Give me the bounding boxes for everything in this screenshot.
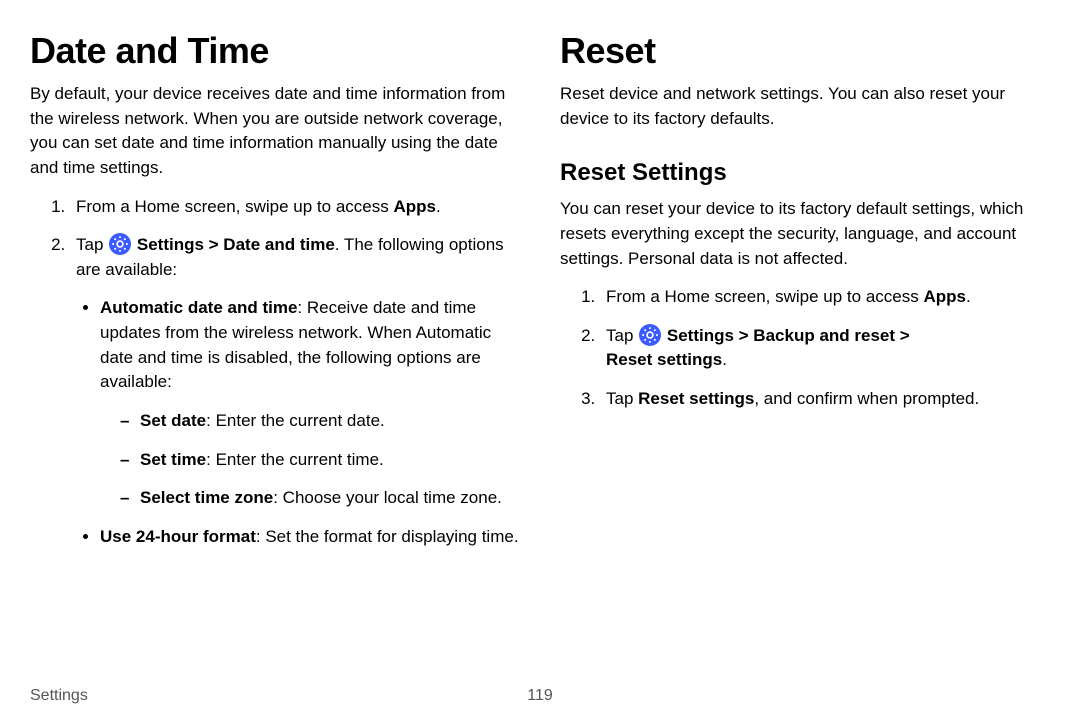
sub-set-date: Set date: Enter the current date.	[120, 409, 520, 434]
heading-reset: Reset	[560, 30, 1050, 72]
settings-gear-icon	[109, 233, 131, 255]
option-auto-date-time: Automatic date and time: Receive date an…	[100, 296, 520, 510]
intro-reset-settings: You can reset your device to its factory…	[560, 197, 1050, 271]
reset-step-2: Tap Settings > Backup and reset > Reset …	[600, 324, 1050, 373]
step-2: Tap Settings > Date and time. The follow…	[70, 233, 520, 549]
option-24h-format: Use 24-hour format: Set the format for d…	[100, 525, 520, 550]
heading-date-time: Date and Time	[30, 30, 520, 72]
page-footer: Settings 119	[30, 687, 1050, 705]
options-list: Automatic date and time: Receive date an…	[76, 296, 520, 549]
footer-page-number: 119	[527, 687, 553, 705]
intro-date-time: By default, your device receives date an…	[30, 82, 520, 181]
sub-options: Set date: Enter the current date. Set ti…	[100, 409, 520, 511]
footer-section-label: Settings	[30, 687, 88, 705]
left-column: Date and Time By default, your device re…	[30, 30, 520, 564]
right-column: Reset Reset device and network settings.…	[560, 30, 1050, 564]
steps-date-time: From a Home screen, swipe up to access A…	[30, 195, 520, 550]
sub-set-time: Set time: Enter the current time.	[120, 448, 520, 473]
reset-step-3: Tap Reset settings, and confirm when pro…	[600, 387, 1050, 412]
subheading-reset-settings: Reset Settings	[560, 159, 1050, 187]
steps-reset: From a Home screen, swipe up to access A…	[560, 285, 1050, 412]
sub-time-zone: Select time zone: Choose your local time…	[120, 486, 520, 511]
reset-step-1: From a Home screen, swipe up to access A…	[600, 285, 1050, 310]
step-1: From a Home screen, swipe up to access A…	[70, 195, 520, 220]
settings-gear-icon	[639, 324, 661, 346]
intro-reset: Reset device and network settings. You c…	[560, 82, 1050, 131]
